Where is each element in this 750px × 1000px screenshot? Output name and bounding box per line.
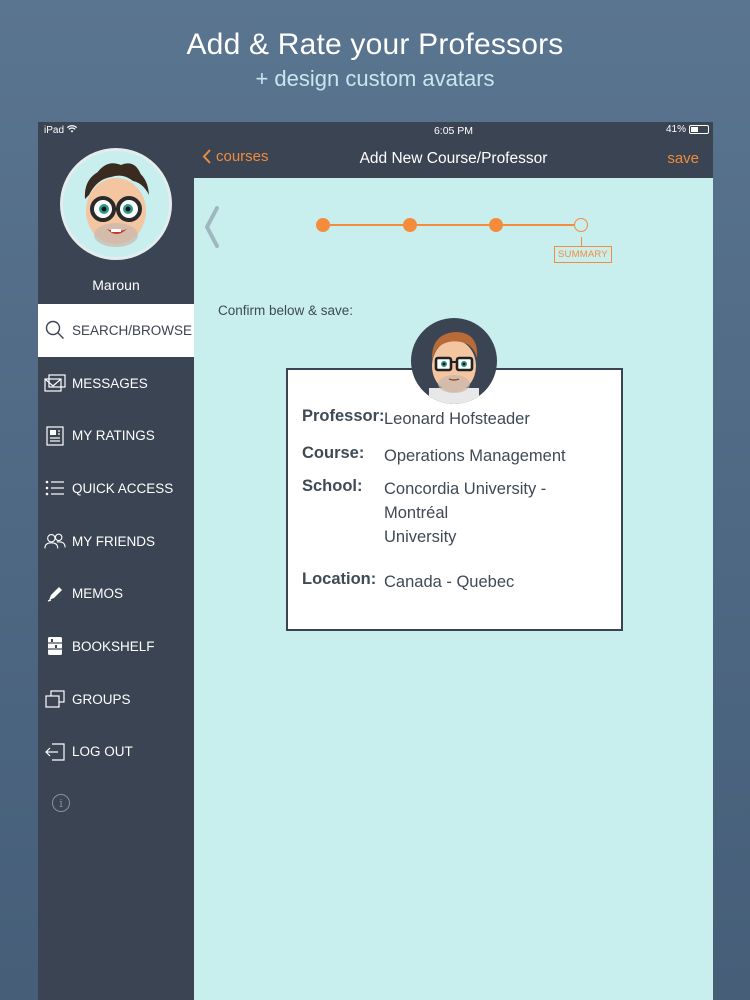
- sidebar-nav: SEARCH/BROWSE MESSAGES MY RATINGS QUICK …: [38, 304, 194, 778]
- document-icon: [44, 425, 66, 447]
- step-line: [503, 224, 574, 226]
- school-value: Concordia University - Montréal Universi…: [384, 480, 547, 546]
- school-label: School:: [302, 477, 363, 495]
- status-battery: 41%: [666, 124, 709, 135]
- promo-subhead: + design custom avatars: [255, 66, 495, 91]
- progress-stepper: SUMMARY: [316, 218, 612, 278]
- sidebar-item-messages[interactable]: MESSAGES: [38, 357, 194, 410]
- pen-icon: [44, 583, 66, 605]
- sidebar-item-groups[interactable]: GROUPS: [38, 673, 194, 726]
- sidebar-item-label: MY RATINGS: [72, 428, 155, 444]
- status-device: iPad: [44, 125, 77, 136]
- step-dot[interactable]: [489, 218, 503, 232]
- course-value: Operations Management: [384, 447, 566, 465]
- sidebar-item-label: BOOKSHELF: [72, 638, 155, 654]
- sidebar-item-label: MESSAGES: [72, 375, 148, 391]
- bookshelf-icon: [44, 635, 66, 657]
- summary-card: Professor: Leonard Hofsteader Course: Op…: [286, 368, 623, 631]
- professor-value: Leonard Hofsteader: [384, 410, 530, 428]
- wifi-icon: [66, 125, 77, 136]
- sidebar-item-label: SEARCH/BROWSE: [72, 322, 193, 338]
- sidebar-item-label: QUICK ACCESS: [72, 480, 174, 496]
- list-icon: [44, 477, 66, 499]
- summary-tick: [581, 237, 582, 246]
- save-button[interactable]: save: [667, 150, 699, 167]
- location-value: Canada - Quebec: [384, 573, 515, 591]
- navigation-bar: 6:05 PM 41% courses Add New Course/Profe…: [194, 122, 713, 178]
- sidebar-item-label: MEMOS: [72, 586, 124, 602]
- battery-icon: [689, 125, 709, 134]
- step-line: [417, 224, 489, 226]
- step-dot[interactable]: [316, 218, 330, 232]
- sidebar: iPad Maroun SEARCH/BROWSE MESSAGES MY RA…: [38, 122, 194, 1000]
- sidebar-item-my-friends[interactable]: MY FRIENDS: [38, 515, 194, 568]
- professor-label: Professor:: [302, 407, 385, 425]
- search-icon: [44, 319, 66, 341]
- info-icon[interactable]: i: [52, 794, 70, 812]
- user-name: Maroun: [92, 277, 140, 293]
- user-avatar[interactable]: [60, 148, 172, 260]
- step-dot-current[interactable]: [574, 218, 588, 232]
- sidebar-item-label: MY FRIENDS: [72, 533, 156, 549]
- step-line: [330, 224, 403, 226]
- professor-avatar: [411, 318, 497, 404]
- groups-icon: [44, 688, 66, 710]
- previous-step-icon[interactable]: [204, 206, 220, 253]
- sidebar-item-log-out[interactable]: LOG OUT: [38, 726, 194, 779]
- location-label: Location:: [302, 570, 377, 588]
- friends-icon: [44, 530, 66, 552]
- sidebar-item-quick-access[interactable]: QUICK ACCESS: [38, 462, 194, 515]
- course-label: Course:: [302, 444, 365, 462]
- status-time: 6:05 PM: [433, 125, 474, 137]
- sidebar-item-my-ratings[interactable]: MY RATINGS: [38, 409, 194, 462]
- confirm-prompt: Confirm below & save:: [218, 303, 354, 318]
- sidebar-item-label: GROUPS: [72, 691, 131, 707]
- logout-icon: [44, 741, 66, 763]
- promo-headline: Add & Rate your Professors: [186, 28, 564, 61]
- envelope-icon: [44, 372, 66, 394]
- sidebar-item-label: LOG OUT: [72, 744, 133, 760]
- step-label-summary: SUMMARY: [554, 246, 612, 263]
- sidebar-item-search-browse[interactable]: SEARCH/BROWSE: [38, 304, 194, 357]
- ipad-screen: iPad Maroun SEARCH/BROWSE MESSAGES MY RA…: [38, 122, 713, 1000]
- step-dot[interactable]: [403, 218, 417, 232]
- sidebar-item-bookshelf[interactable]: BOOKSHELF: [38, 620, 194, 673]
- page-title: Add New Course/Professor: [359, 150, 548, 167]
- sidebar-item-memos[interactable]: MEMOS: [38, 567, 194, 620]
